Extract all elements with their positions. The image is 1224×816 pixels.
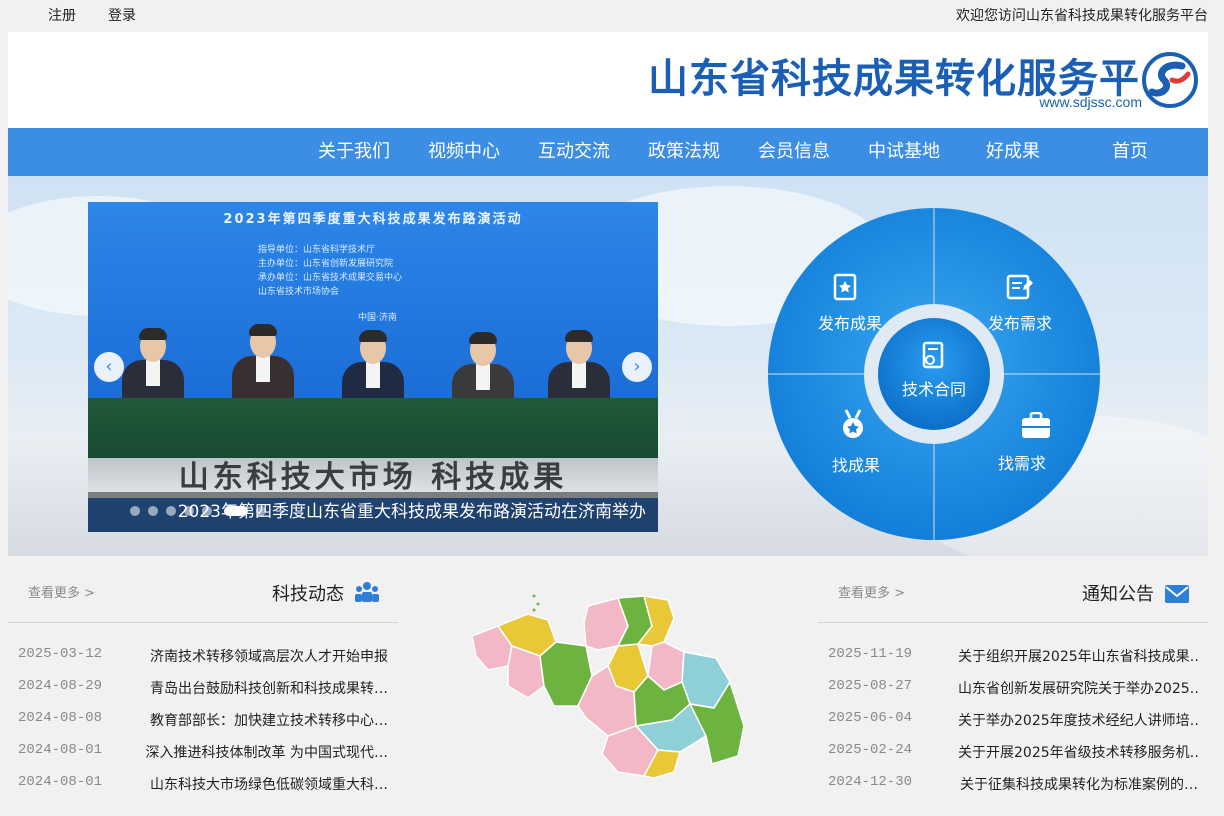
tech-news-header: 科技动态 查看更多 >	[8, 572, 398, 623]
news-date: 2024-08-01	[18, 774, 103, 790]
slide-sub-line: 主办单位：山东省创新发展研究院	[258, 259, 394, 269]
service-wheel: 发布成果 发布需求 找成果 找需求 技术合同	[766, 206, 1102, 542]
medal-icon	[838, 408, 872, 442]
news-title[interactable]: 济南技术转移领域高层次人才开始申报	[138, 646, 388, 666]
map-island	[532, 608, 536, 612]
news-date: 2024-08-01	[18, 742, 103, 758]
stage-table	[88, 398, 658, 460]
shandong-map[interactable]	[468, 586, 750, 782]
nav-item-video[interactable]: 视频中心	[428, 128, 500, 176]
notice-title[interactable]: 关于征集科技成果转化为标准案例的…	[958, 774, 1198, 794]
logo-icon[interactable]	[1142, 52, 1198, 108]
news-date: 2025-03-12	[18, 646, 103, 662]
notice-title[interactable]: 关于开展2025年省级技术转移服务机…	[958, 742, 1198, 762]
slider-next-arrow-icon[interactable]: ›	[622, 352, 652, 382]
login-link[interactable]: 登录	[108, 0, 136, 32]
nav-item-about[interactable]: 关于我们	[318, 128, 390, 176]
map-island	[532, 594, 536, 598]
nav-item-members[interactable]: 会员信息	[758, 128, 830, 176]
top-bar: 欢迎您访问山东省科技成果转化服务平台 登录 注册	[0, 0, 1224, 32]
notice-title[interactable]: 山东省创新发展研究院关于举办2025…	[958, 678, 1198, 698]
nav-item-policies[interactable]: 政策法规	[648, 128, 720, 176]
notice-date: 2025-11-19	[828, 646, 913, 662]
news-row[interactable]: 青岛出台鼓励科技创新和科技成果转… 2024-08-29	[8, 678, 398, 710]
nav-item-achievements[interactable]: 好成果	[986, 128, 1040, 176]
nav-item-interaction[interactable]: 互动交流	[538, 128, 610, 176]
notices-title: 通知公告	[1082, 584, 1154, 605]
slider-dot[interactable]	[256, 506, 266, 516]
nav-item-home[interactable]: 首页	[1112, 128, 1148, 176]
contract-icon	[918, 340, 952, 374]
tech-contract-button[interactable]: 技术合同	[880, 320, 988, 428]
find-achievement-label: 找成果	[831, 456, 880, 475]
tech-contract-label: 技术合同	[901, 380, 966, 399]
slider-dot-active[interactable]	[224, 506, 248, 516]
map-island	[536, 602, 540, 606]
notice-row[interactable]: 山东省创新发展研究院关于举办2025… 2025-08-27	[818, 678, 1208, 710]
notice-row[interactable]: 关于举办2025年度技术经纪人讲师培… 2025-06-04	[818, 710, 1208, 742]
news-title[interactable]: 教育部部长：加快建立技术转移中心…	[138, 710, 388, 730]
tech-news-title: 科技动态	[272, 584, 344, 605]
slider-dot[interactable]	[130, 506, 140, 516]
news-title[interactable]: 深入推进科技体制改革 为中国式现代…	[138, 742, 388, 762]
register-link[interactable]: 注册	[48, 0, 76, 32]
site-url: www.sdjssc.com	[1039, 94, 1142, 110]
main-nav: 首页 好成果 中试基地 会员信息 政策法规 互动交流 视频中心 关于我们	[8, 128, 1208, 176]
slider-dot[interactable]	[166, 506, 176, 516]
news-title[interactable]: 山东科技大市场绿色低碳领域重大科…	[138, 774, 388, 794]
notice-date: 2025-08-27	[828, 678, 913, 694]
news-row[interactable]: 山东科技大市场绿色低碳领域重大科… 2024-08-01	[8, 774, 398, 806]
slide-caption[interactable]: 2023年第四季度山东省重大科技成果发布路演活动在济南举办	[178, 492, 646, 532]
notice-date: 2025-06-04	[828, 710, 913, 726]
document-star-icon	[830, 272, 864, 306]
news-date: 2024-08-08	[18, 710, 103, 726]
site-header: 山东省科技成果转化服务平台 www.sdjssc.com	[8, 32, 1208, 128]
slide-sub-line: 承办单位：山东省技术成果交易中心	[258, 273, 403, 283]
nav-item-pilot-base[interactable]: 中试基地	[868, 128, 940, 176]
briefcase-icon	[1020, 412, 1054, 446]
mail-icon	[1165, 585, 1189, 603]
notice-title[interactable]: 关于组织开展2025年山东省科技成果…	[958, 646, 1198, 666]
hero-banner: 2023年第四季度重大科技成果发布路演活动 指导单位：山东省科学技术厅 主办单位…	[8, 176, 1208, 556]
notice-date: 2024-12-30	[828, 774, 913, 790]
notices-more-link[interactable]: 查看更多 >	[838, 582, 905, 601]
notices-header: 通知公告 查看更多 >	[818, 572, 1208, 623]
news-date: 2024-08-29	[18, 678, 103, 694]
welcome-text: 欢迎您访问山东省科技成果转化服务平台	[956, 8, 1208, 24]
slider-dot[interactable]	[184, 506, 194, 516]
news-slider[interactable]: 2023年第四季度重大科技成果发布路演活动 指导单位：山东省科学技术厅 主办单位…	[88, 202, 658, 532]
find-demand-label: 找需求	[997, 454, 1046, 473]
notice-row[interactable]: 关于组织开展2025年山东省科技成果… 2025-11-19	[818, 646, 1208, 678]
news-row[interactable]: 深入推进科技体制改革 为中国式现代… 2024-08-01	[8, 742, 398, 774]
slide-headline: 2023年第四季度重大科技成果发布路演活动	[223, 212, 523, 227]
news-row[interactable]: 济南技术转移领域高层次人才开始申报 2025-03-12	[8, 646, 398, 678]
notice-title[interactable]: 关于举办2025年度技术经纪人讲师培…	[958, 710, 1198, 730]
news-row[interactable]: 教育部部长：加快建立技术转移中心… 2024-08-08	[8, 710, 398, 742]
slide-sub-line: 山东省技术市场协会	[258, 287, 340, 297]
notice-date: 2025-02-24	[828, 742, 913, 758]
news-title[interactable]: 青岛出台鼓励科技创新和科技成果转…	[138, 678, 388, 698]
slide-sub-line: 指导单位：山东省科学技术厅	[258, 245, 376, 255]
people-icon	[355, 582, 379, 602]
slider-prev-arrow-icon[interactable]: ‹	[94, 352, 124, 382]
slider-dot[interactable]	[148, 506, 158, 516]
slide-sub-line: 中国·济南	[358, 313, 397, 323]
notice-row[interactable]: 关于开展2025年省级技术转移服务机… 2025-02-24	[818, 742, 1208, 774]
tech-news-more-link[interactable]: 查看更多 >	[28, 582, 95, 601]
form-edit-icon	[1004, 272, 1038, 306]
notice-row[interactable]: 关于征集科技成果转化为标准案例的… 2024-12-30	[818, 774, 1208, 806]
slider-dot[interactable]	[202, 506, 212, 516]
